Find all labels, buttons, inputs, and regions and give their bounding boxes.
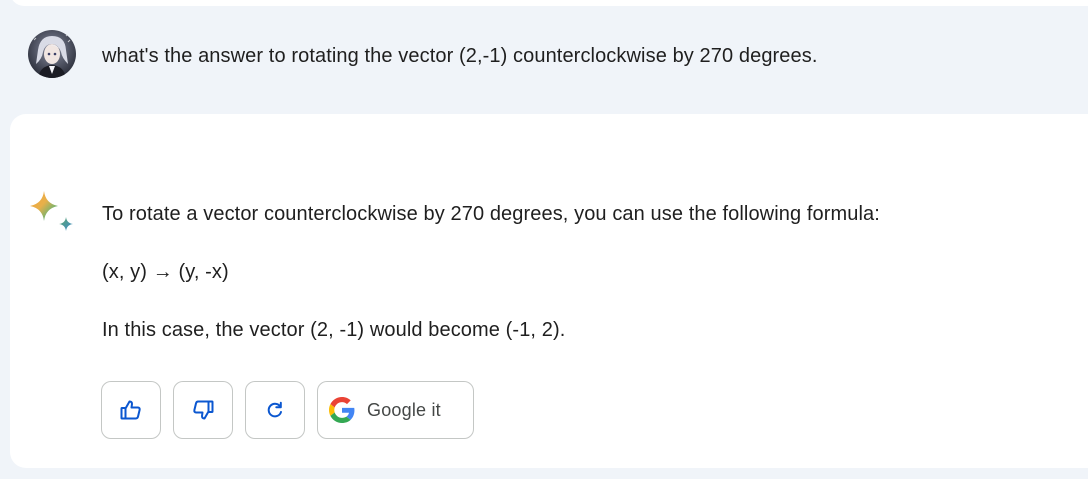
response-result-text: In this case, the vector (2, -1) would b…	[102, 319, 566, 341]
response-card	[10, 114, 1088, 468]
thumbs-up-button[interactable]	[101, 381, 161, 439]
response-formula-text: (x, y) → (y, -x)	[102, 261, 229, 283]
redo-icon	[265, 400, 285, 420]
user-prompt-text: what's the answer to rotating the vector…	[102, 45, 818, 67]
gemini-sparkle-icon	[28, 189, 78, 239]
thumbs-down-button[interactable]	[173, 381, 233, 439]
user-avatar[interactable]	[28, 30, 76, 78]
user-prompt-row: what's the answer to rotating the vector…	[0, 0, 1088, 112]
google-it-button[interactable]: Google it	[317, 381, 474, 439]
response-intro-text: To rotate a vector counterclockwise by 2…	[102, 203, 880, 225]
thumbs-down-icon	[191, 398, 215, 422]
google-it-label: Google it	[367, 399, 441, 420]
google-g-icon	[329, 397, 355, 423]
thumbs-up-icon	[119, 398, 143, 422]
regenerate-button[interactable]	[245, 381, 305, 439]
